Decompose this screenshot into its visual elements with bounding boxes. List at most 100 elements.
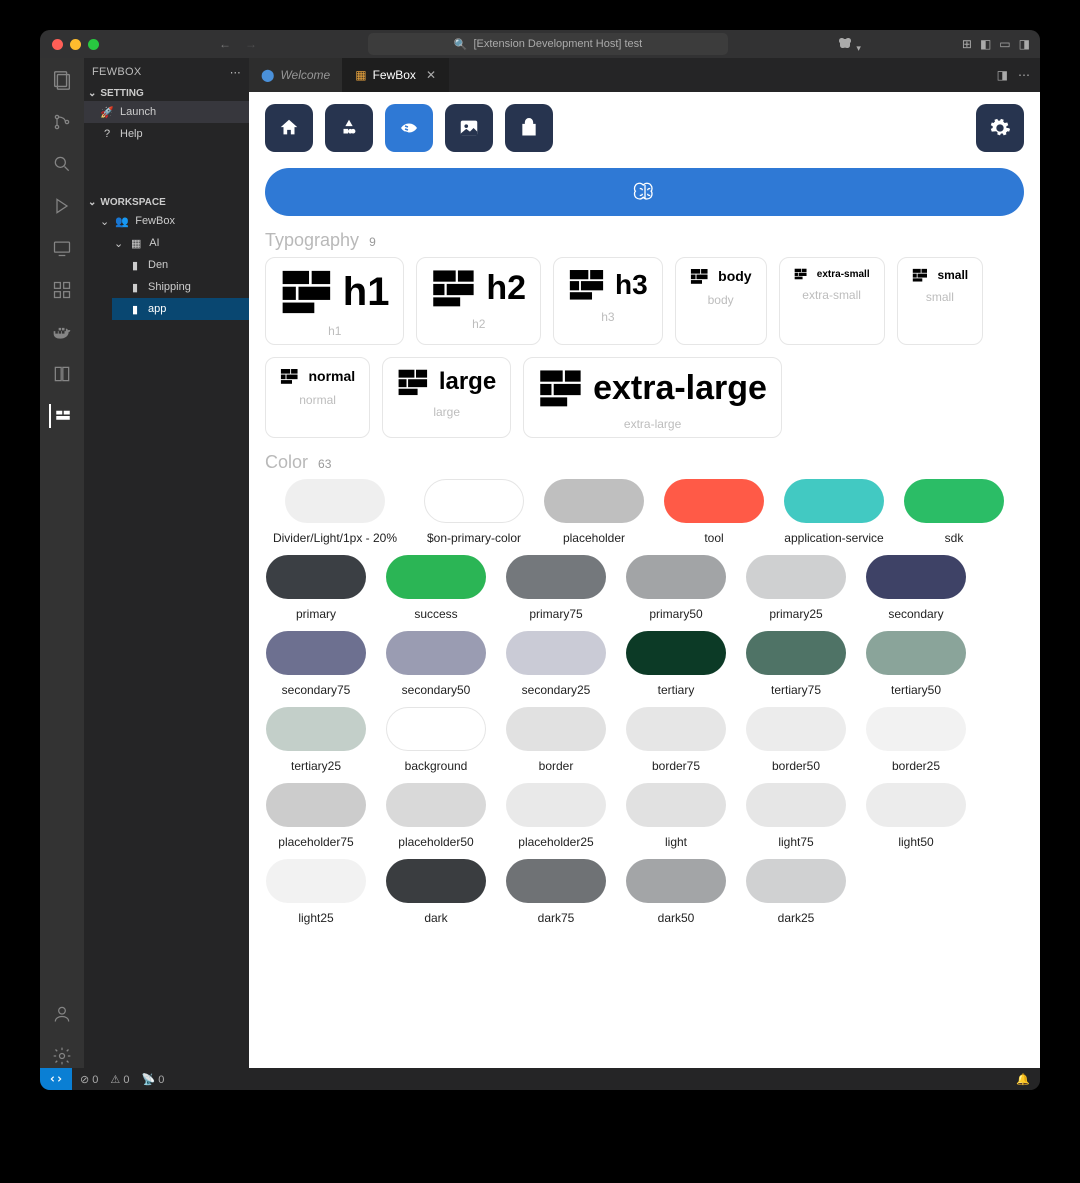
color-label: primary25 — [769, 607, 822, 621]
split-editor-icon[interactable]: ◨ — [997, 68, 1008, 82]
typography-card-body[interactable]: body body — [675, 257, 767, 345]
editor-more-icon[interactable]: ⋯ — [1018, 68, 1030, 82]
layout-toggle-3-icon[interactable]: ▭ — [999, 37, 1010, 51]
remote-indicator[interactable] — [40, 1068, 72, 1090]
color-swatch-border50[interactable]: border50 — [745, 707, 847, 773]
bag-button[interactable] — [505, 104, 553, 152]
color-swatch-primary[interactable]: primary — [265, 555, 367, 621]
fewbox-icon[interactable] — [49, 404, 73, 428]
image-button[interactable] — [445, 104, 493, 152]
color-swatch-placeholder[interactable]: placeholder — [543, 479, 645, 545]
status-port[interactable]: 📡 0 — [141, 1073, 164, 1086]
color-swatch-tool[interactable]: tool — [663, 479, 765, 545]
typography-button[interactable] — [385, 104, 433, 152]
run-debug-icon[interactable] — [50, 194, 74, 218]
color-swatch-secondary25[interactable]: secondary25 — [505, 631, 607, 697]
color-swatch-primary25[interactable]: primary25 — [745, 555, 847, 621]
close-window-button[interactable] — [52, 39, 63, 50]
color-swatch-sdk[interactable]: sdk — [903, 479, 1005, 545]
typography-card-extra-large[interactable]: extra-large extra-large — [523, 357, 782, 438]
workspace-item-den[interactable]: ▮ Den — [112, 254, 249, 276]
color-swatch-dark50[interactable]: dark50 — [625, 859, 727, 925]
extensions-icon[interactable] — [50, 278, 74, 302]
typography-card-small[interactable]: small small — [897, 257, 984, 345]
color-swatch-tertiary50[interactable]: tertiary50 — [865, 631, 967, 697]
color-swatch-success[interactable]: success — [385, 555, 487, 621]
tab-welcome[interactable]: ⬤ Welcome — [249, 58, 343, 92]
color-swatch-application-service[interactable]: application-service — [783, 479, 885, 545]
minimize-window-button[interactable] — [70, 39, 81, 50]
color-swatch--on-primary-color[interactable]: $on-primary-color — [423, 479, 525, 545]
color-swatch-tertiary75[interactable]: tertiary75 — [745, 631, 847, 697]
color-swatch-border[interactable]: border — [505, 707, 607, 773]
color-swatch-dark75[interactable]: dark75 — [505, 859, 607, 925]
color-swatch-border25[interactable]: border25 — [865, 707, 967, 773]
back-button[interactable]: ← — [219, 37, 231, 51]
color-swatch-border75[interactable]: border75 — [625, 707, 727, 773]
layout-toggle-1-icon[interactable]: ⊞ — [962, 37, 972, 51]
color-swatch-placeholder50[interactable]: placeholder50 — [385, 783, 487, 849]
sidebar-item-help[interactable]: ? Help — [84, 123, 249, 145]
docker-icon[interactable] — [50, 320, 74, 344]
color-swatch-placeholder75[interactable]: placeholder75 — [265, 783, 367, 849]
typography-card-normal[interactable]: normal normal — [265, 357, 370, 438]
color-swatch-light75[interactable]: light75 — [745, 783, 847, 849]
section-workspace[interactable]: ⌄ WORKSPACE — [84, 195, 249, 210]
sidebar-more-icon[interactable]: ⋯ — [230, 66, 241, 79]
copilot-icon[interactable]: ▾ — [837, 35, 861, 54]
workspace-ai[interactable]: ⌄ ▦ AI — [98, 232, 249, 254]
typography-card-h3[interactable]: h3 h3 — [553, 257, 663, 345]
brain-bar[interactable] — [265, 168, 1024, 216]
workspace-root[interactable]: ⌄ 👥 FewBox — [84, 210, 249, 232]
color-swatch-secondary50[interactable]: secondary50 — [385, 631, 487, 697]
color-swatch-tertiary25[interactable]: tertiary25 — [265, 707, 367, 773]
status-errors[interactable]: ⊘ 0 — [80, 1073, 98, 1086]
status-warnings[interactable]: ⚠ 0 — [110, 1073, 129, 1086]
command-center[interactable]: 🔍 [Extension Development Host] test — [368, 33, 728, 55]
color-swatch-dark25[interactable]: dark25 — [745, 859, 847, 925]
color-label: placeholder — [563, 531, 625, 545]
home-button[interactable] — [265, 104, 313, 152]
maximize-window-button[interactable] — [88, 39, 99, 50]
chevron-down-icon: ⌄ — [100, 215, 109, 228]
layout-toggle-4-icon[interactable]: ◨ — [1019, 37, 1030, 51]
workspace-item-app[interactable]: ▮ app — [112, 298, 249, 320]
notifications-icon[interactable]: 🔔 — [1016, 1073, 1030, 1086]
color-swatch-light[interactable]: light — [625, 783, 727, 849]
settings-button[interactable] — [976, 104, 1024, 152]
section-setting[interactable]: ⌄ SETTING — [84, 86, 249, 101]
typography-card-large[interactable]: large large — [382, 357, 511, 438]
color-swatch-secondary75[interactable]: secondary75 — [265, 631, 367, 697]
shapes-button[interactable] — [325, 104, 373, 152]
workspace-item-shipping[interactable]: ▮ Shipping — [112, 276, 249, 298]
close-tab-icon[interactable]: ✕ — [426, 68, 436, 82]
nav-arrows: ← → — [219, 37, 257, 51]
typography-card-h2[interactable]: h2 h2 — [416, 257, 541, 345]
search-icon[interactable] — [50, 152, 74, 176]
explorer-icon[interactable] — [50, 68, 74, 92]
source-control-icon[interactable] — [50, 110, 74, 134]
color-swatch-primary75[interactable]: primary75 — [505, 555, 607, 621]
editor-tabs: ⬤ Welcome ▦ FewBox ✕ ◨ ⋯ — [249, 58, 1040, 92]
color-swatch-placeholder25[interactable]: placeholder25 — [505, 783, 607, 849]
color-swatch-primary50[interactable]: primary50 — [625, 555, 727, 621]
sidebar-item-launch[interactable]: 🚀 Launch — [84, 101, 249, 123]
forward-button[interactable]: → — [245, 37, 257, 51]
color-swatch-background[interactable]: background — [385, 707, 487, 773]
color-swatch-secondary[interactable]: secondary — [865, 555, 967, 621]
book-icon[interactable] — [50, 362, 74, 386]
typography-grid: h1 h1 h2 h2 h3 h3 body bod — [265, 257, 1024, 438]
color-swatch-divider-light-1px-20-[interactable]: Divider/Light/1px - 20% — [265, 479, 405, 545]
settings-gear-icon[interactable] — [50, 1044, 74, 1068]
color-swatch-light25[interactable]: light25 — [265, 859, 367, 925]
typography-card-h1[interactable]: h1 h1 — [265, 257, 404, 345]
layout-toggle-2-icon[interactable]: ◧ — [980, 37, 991, 51]
color-swatch-light50[interactable]: light50 — [865, 783, 967, 849]
color-swatch-dark[interactable]: dark — [385, 859, 487, 925]
tab-fewbox[interactable]: ▦ FewBox ✕ — [343, 58, 449, 92]
color-swatch-tertiary[interactable]: tertiary — [625, 631, 727, 697]
color-header: Color 63 — [265, 452, 1024, 473]
remote-explorer-icon[interactable] — [50, 236, 74, 260]
account-icon[interactable] — [50, 1002, 74, 1026]
typography-card-extra-small[interactable]: extra-small extra-small — [779, 257, 885, 345]
